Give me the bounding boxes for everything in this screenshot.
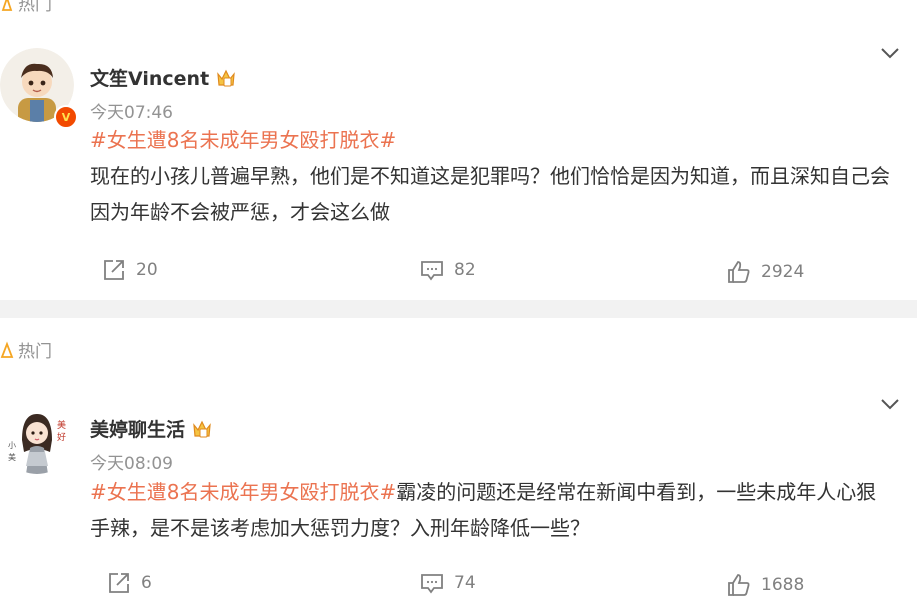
comment-button[interactable]: 82	[420, 258, 476, 282]
username[interactable]: 文笙Vincent	[90, 64, 237, 91]
repost-icon	[104, 260, 124, 280]
comment-text: #女生遭8名未成年男女殴打脱衣#霸凌的问题还是经常在新闻中看到，一些未成年人心狠…	[90, 474, 890, 546]
action-bar: 20 82 2924	[0, 256, 917, 286]
like-count: 2924	[761, 262, 805, 282]
like-icon	[728, 261, 750, 283]
crown-icon	[217, 69, 235, 86]
verified-badge: V	[54, 105, 78, 129]
hashtag-link[interactable]: #女生遭8名未成年男女殴打脱衣#	[90, 480, 396, 504]
timestamp: 今天08:09	[90, 454, 173, 474]
comment-count: 82	[454, 260, 476, 280]
hot-label: 热门	[0, 337, 52, 362]
comment-text: #女生遭8名未成年男女殴打脱衣# 现在的小孩儿普遍早熟，他们是不知道这是犯罪吗？…	[90, 122, 890, 230]
repost-button[interactable]: 20	[102, 258, 158, 282]
like-button[interactable]: 2924	[727, 260, 804, 284]
comment-count: 74	[454, 573, 476, 593]
svg-text:好: 好	[57, 431, 66, 443]
timestamp: 今天07:46	[90, 103, 173, 123]
repost-button[interactable]: 6	[107, 571, 152, 595]
hashtag-link[interactable]: #女生遭8名未成年男女殴打脱衣#	[90, 128, 396, 152]
avatar[interactable]: 美 好 小 美	[0, 400, 74, 474]
like-count: 1688	[761, 575, 805, 595]
hot-label-text: 热门	[18, 342, 52, 362]
comment-icon	[421, 261, 443, 281]
like-button[interactable]: 1688	[727, 573, 804, 597]
action-bar: 6 74 1688	[0, 569, 917, 599]
svg-text:小: 小	[8, 441, 16, 450]
hot-label-top: 热门	[0, 0, 52, 15]
section-divider	[0, 300, 917, 318]
chevron-down-icon[interactable]	[879, 42, 901, 64]
weibo-comment-feed: 热门 V 文笙Vincent 今天07:46 #女生遭8名未成年男女殴打脱衣# …	[0, 0, 917, 608]
repost-count: 6	[141, 573, 152, 593]
comment-button[interactable]: 74	[420, 571, 476, 595]
svg-text:美: 美	[57, 419, 66, 431]
hot-label-text: 热门	[18, 0, 52, 15]
repost-count: 20	[136, 260, 158, 280]
username[interactable]: 美婷聊生活	[90, 415, 213, 442]
like-icon	[728, 574, 750, 596]
comment-icon	[421, 574, 443, 594]
fire-icon	[1, 0, 13, 11]
crown-icon	[193, 420, 211, 437]
chevron-down-icon[interactable]	[879, 393, 901, 415]
fire-icon	[0, 340, 14, 358]
repost-icon	[109, 573, 129, 593]
comment-body: 现在的小孩儿普遍早熟，他们是不知道这是犯罪吗？他们恰恰是因为知道，而且深知自己会…	[90, 164, 890, 224]
svg-text:美: 美	[8, 452, 16, 462]
